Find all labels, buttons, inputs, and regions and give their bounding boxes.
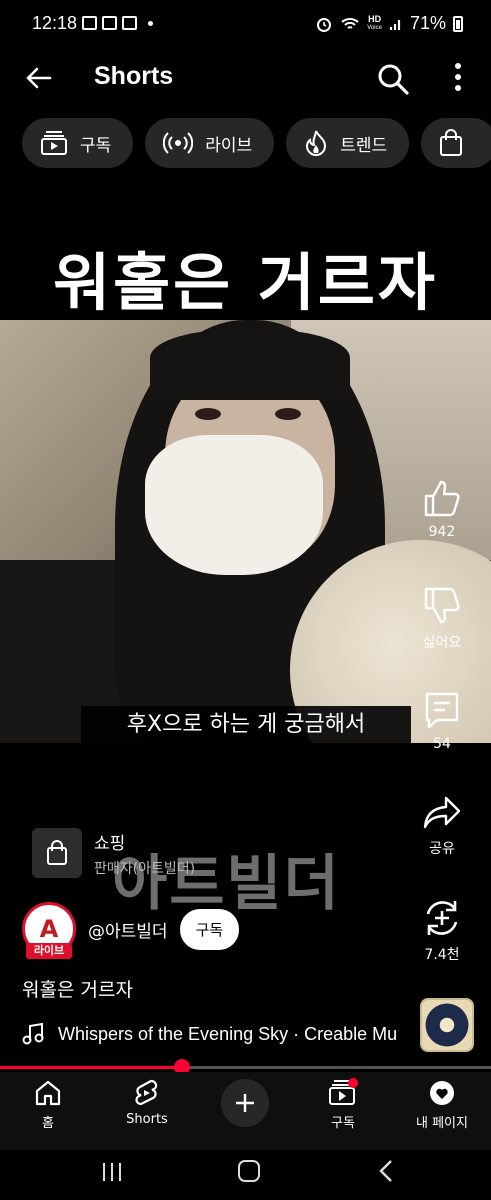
channel-row: A 라이브 @아트빌더 구독	[22, 902, 240, 959]
chip-trending[interactable]: 트렌드	[286, 118, 410, 168]
chip-subscriptions[interactable]: 구독	[22, 118, 134, 168]
gmail-icon	[122, 16, 137, 30]
album-art[interactable]	[420, 998, 474, 1052]
system-nav-bar	[0, 1150, 491, 1200]
remix-button[interactable]: 7.4천	[411, 898, 473, 964]
create-button[interactable]	[221, 1079, 269, 1127]
progress-bar[interactable]	[0, 1059, 491, 1075]
bottom-nav: 홈 Shorts 구독 내 페이지	[0, 1072, 491, 1150]
share-icon	[423, 796, 461, 829]
thumbs-down-icon	[424, 587, 460, 624]
live-badge: 라이브	[26, 943, 72, 959]
status-bar: 12:18 HD Voice 71%	[0, 0, 491, 52]
shorts-icon	[135, 1079, 158, 1106]
nav-my-page[interactable]: 내 페이지	[402, 1078, 482, 1131]
dislike-button[interactable]: 싫어요	[411, 586, 473, 652]
live-icon	[163, 132, 194, 154]
wifi-icon	[341, 17, 359, 29]
nav-shorts[interactable]: Shorts	[107, 1078, 187, 1127]
home-button-icon[interactable]	[236, 1158, 262, 1184]
more-notifications-icon	[148, 20, 153, 26]
video-caption: 후X으로 하는 게 궁금해서	[81, 706, 411, 744]
remix-icon	[426, 901, 458, 935]
progress-fill	[0, 1066, 182, 1069]
chip-shopping[interactable]	[421, 118, 491, 168]
status-time: 12:18	[32, 13, 78, 33]
gallery-icon	[82, 16, 97, 30]
share-button[interactable]: 공유	[411, 794, 473, 858]
top-app-bar: Shorts	[0, 52, 491, 104]
face-mask	[145, 435, 323, 575]
mail-icon	[102, 16, 117, 30]
search-icon[interactable]	[376, 62, 410, 96]
music-row[interactable]: Whispers of the Evening Sky · Creable Mu	[22, 1022, 405, 1046]
subscriptions-icon	[329, 1078, 358, 1105]
channel-handle[interactable]: @아트빌더	[88, 917, 168, 942]
create-icon	[236, 1094, 254, 1112]
shopping-bag-icon	[32, 828, 82, 878]
home-icon	[35, 1080, 61, 1106]
chip-live[interactable]: 라이브	[145, 118, 275, 168]
music-track: Whispers of the Evening Sky · Creable Mu	[58, 1023, 398, 1044]
shopping-card[interactable]: 쇼핑 판매자(아트빌더)	[32, 828, 195, 878]
back-arrow-icon[interactable]	[22, 62, 54, 94]
notification-icons	[82, 16, 153, 30]
shopping-bag-icon	[440, 129, 463, 156]
comments-button[interactable]: 54	[411, 690, 473, 752]
avatar[interactable]: A 라이브	[22, 902, 76, 959]
battery-icon	[453, 15, 463, 32]
nav-home[interactable]: 홈	[8, 1078, 88, 1131]
thumbs-up-icon	[424, 480, 460, 517]
comment-icon	[425, 692, 459, 729]
more-vert-icon[interactable]	[447, 60, 469, 96]
hd-voice-icon: HD Voice	[367, 13, 382, 31]
video-title[interactable]: 워홀은 거르자	[22, 975, 133, 1002]
back-button-icon[interactable]	[376, 1158, 396, 1184]
subscribe-button[interactable]: 구독	[179, 908, 240, 950]
nav-subscriptions[interactable]: 구독	[303, 1078, 383, 1131]
trending-icon	[306, 130, 327, 156]
alarm-icon	[317, 17, 332, 32]
like-button[interactable]: 942	[411, 478, 473, 540]
shopping-seller: 판매자(아트빌더)	[94, 860, 196, 877]
my-page-icon	[430, 1081, 454, 1105]
battery-percent: 71%	[409, 13, 446, 33]
video-headline: 워홀은 거르자	[53, 246, 438, 319]
subscriptions-icon	[41, 131, 67, 155]
signal-icon	[389, 19, 401, 30]
recent-apps-icon[interactable]	[100, 1160, 124, 1184]
shopping-title: 쇼핑	[94, 833, 126, 854]
filter-chips: 구독 라이브 트렌드	[22, 118, 491, 168]
system-icons: HD Voice 71%	[315, 13, 463, 34]
music-note-icon	[22, 1022, 44, 1045]
page-title: Shorts	[94, 62, 174, 90]
